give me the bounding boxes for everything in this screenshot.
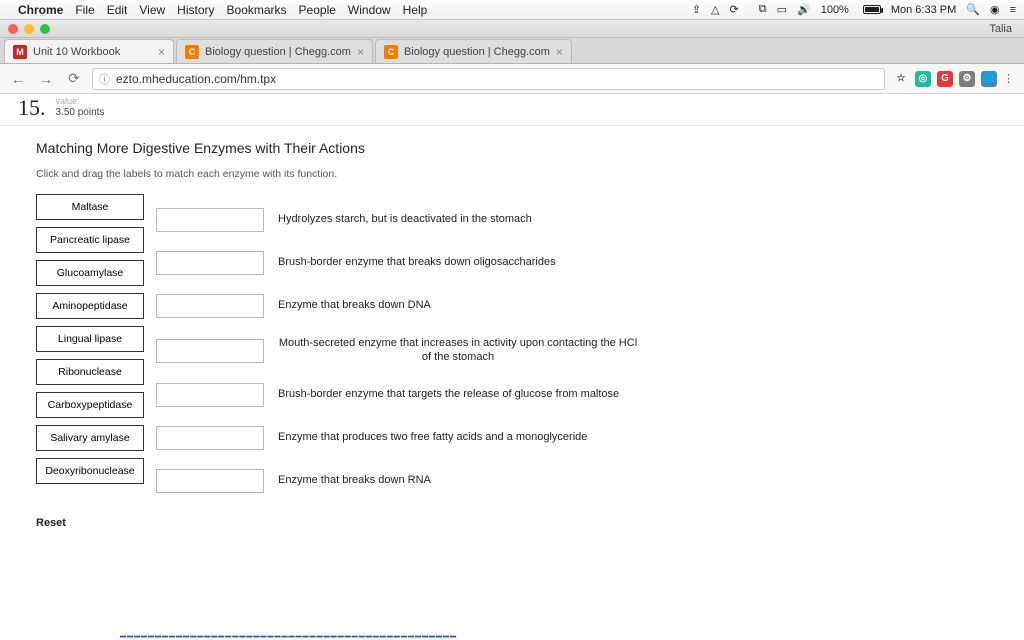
favicon-m-icon: M [13,45,27,59]
reload-button[interactable]: ⟳ [64,69,84,89]
forward-button[interactable]: → [36,69,56,89]
back-button[interactable]: ← [8,69,28,89]
chrome-menu-icon[interactable]: ⋮ [1003,72,1016,85]
siri-icon[interactable]: ◉ [990,3,1000,16]
window-titlebar: Talia [0,20,1024,38]
drop-target[interactable] [156,208,264,232]
mac-menubar: Chrome File Edit View History Bookmarks … [0,0,1024,20]
bookmark-star-icon[interactable]: ☆ [893,71,909,87]
draggable-enzyme-label[interactable]: Deoxyribonuclease [36,458,144,484]
draggable-enzyme-label[interactable]: Maltase [36,194,144,220]
tab-strip: M Unit 10 Workbook × C Biology question … [0,38,1024,64]
extension-icons: ☆ ◎ G ⚙ 🌐 ⋮ [893,71,1016,87]
drop-target[interactable] [156,469,264,493]
display-icon[interactable]: ▭ [777,3,787,16]
battery-percent[interactable]: 100% [821,4,849,16]
function-description: Enzyme that breaks down DNA [278,299,431,313]
points-value: 3.50 points [56,107,105,119]
spotlight-icon[interactable]: 🔍 [966,3,980,16]
tab-title: Biology question | Chegg.com [205,46,351,58]
tab-chegg-2[interactable]: C Biology question | Chegg.com × [375,39,572,63]
gdrive-icon[interactable]: △ [711,3,719,16]
function-row: Enzyme that produces two free fatty acid… [156,426,638,450]
function-description: Enzyme that breaks down RNA [278,474,431,488]
draggable-enzyme-label[interactable]: Carboxypeptidase [36,392,144,418]
extension-icon[interactable]: ◎ [915,71,931,87]
functions-column: Hydrolyzes starch, but is deactivated in… [156,208,638,494]
menu-file[interactable]: File [75,3,94,17]
function-row: Hydrolyzes starch, but is deactivated in… [156,208,638,232]
function-description: Brush-border enzyme that targets the rel… [278,388,619,402]
question-instruction: Click and drag the labels to match each … [36,168,988,180]
question-title: Matching More Digestive Enzymes with The… [36,140,988,156]
timemachine-icon[interactable]: ⟳ [730,3,739,16]
drop-target[interactable] [156,294,264,318]
extension-icon[interactable]: 🌐 [981,71,997,87]
drop-target[interactable] [156,339,264,363]
draggable-enzyme-label[interactable]: Aminopeptidase [36,293,144,319]
draggable-enzyme-label[interactable]: Ribonuclease [36,359,144,385]
battery-icon[interactable] [859,5,881,14]
value-label: value: [56,96,105,107]
menu-people[interactable]: People [299,3,336,17]
function-description: Brush-border enzyme that breaks down oli… [278,256,556,270]
window-close-button[interactable] [8,24,18,34]
menu-help[interactable]: Help [403,3,428,17]
question-number: 15. [18,97,46,119]
tab-workbook[interactable]: M Unit 10 Workbook × [4,39,174,63]
question-header: 15. value: 3.50 points [0,94,1024,126]
draggable-enzyme-label[interactable]: Lingual lipase [36,326,144,352]
function-description: Mouth-secreted enzyme that increases in … [278,337,638,365]
function-row: Enzyme that breaks down RNA [156,469,638,493]
menu-window[interactable]: Window [348,3,391,17]
extension-icon[interactable]: ⚙ [959,71,975,87]
menu-edit[interactable]: Edit [107,3,128,17]
menu-bookmarks[interactable]: Bookmarks [227,3,287,17]
window-maximize-button[interactable] [40,24,50,34]
menu-icon[interactable]: ≡ [1010,4,1016,16]
window-minimize-button[interactable] [24,24,34,34]
function-row: Mouth-secreted enzyme that increases in … [156,337,638,365]
menu-view[interactable]: View [139,3,165,17]
matching-area: Maltase Pancreatic lipase Glucoamylase A… [36,194,988,494]
app-name[interactable]: Chrome [18,3,63,17]
function-description: Enzyme that produces two free fatty acid… [278,431,587,445]
browser-window: Talia M Unit 10 Workbook × C Biology que… [0,20,1024,640]
tab-title: Unit 10 Workbook [33,46,152,58]
tab-title: Biology question | Chegg.com [404,46,550,58]
extension-icon[interactable]: G [937,71,953,87]
dropbox-icon[interactable]: ⇪ [692,3,701,16]
url-text: ezto.mheducation.com/hm.tpx [116,72,276,86]
page-content: 15. value: 3.50 points Matching More Dig… [0,94,1024,640]
draggable-enzyme-label[interactable]: Pancreatic lipase [36,227,144,253]
draggable-enzyme-label[interactable]: Glucoamylase [36,260,144,286]
function-row: Brush-border enzyme that targets the rel… [156,383,638,407]
profile-name[interactable]: Talia [989,23,1012,35]
address-bar[interactable]: ⓘ ezto.mheducation.com/hm.tpx [92,68,885,90]
tab-close-icon[interactable]: × [158,45,165,59]
menu-history[interactable]: History [177,3,214,17]
volume-icon[interactable]: 🔊 [797,3,811,16]
drop-target[interactable] [156,383,264,407]
wifi-icon[interactable]: ⧉ [759,3,767,16]
tab-close-icon[interactable]: × [556,45,563,59]
draggable-enzyme-label[interactable]: Salivary amylase [36,425,144,451]
clock[interactable]: Mon 6:33 PM [891,4,956,16]
drop-target[interactable] [156,426,264,450]
toolbar: ← → ⟳ ⓘ ezto.mheducation.com/hm.tpx ☆ ◎ … [0,64,1024,94]
drop-target[interactable] [156,251,264,275]
enzyme-labels-column: Maltase Pancreatic lipase Glucoamylase A… [36,194,144,494]
window-controls [8,24,50,34]
site-info-icon[interactable]: ⓘ [99,71,110,87]
favicon-c-icon: C [185,45,199,59]
tab-close-icon[interactable]: × [357,45,364,59]
tab-chegg-1[interactable]: C Biology question | Chegg.com × [176,39,373,63]
function-row: Brush-border enzyme that breaks down oli… [156,251,638,275]
favicon-c-icon: C [384,45,398,59]
question-body: Matching More Digestive Enzymes with The… [0,126,1024,548]
footer-peek: ━━━━━━━━━━━━━━━━━━━━━━━━━━━━━━━━━━━━━━━━… [0,632,1024,640]
function-description: Hydrolyzes starch, but is deactivated in… [278,213,532,227]
reset-button[interactable]: Reset [36,517,66,529]
function-row: Enzyme that breaks down DNA [156,294,638,318]
